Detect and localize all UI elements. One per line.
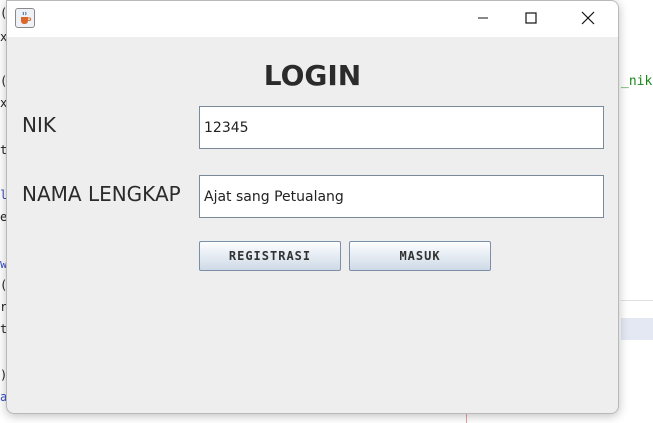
minimize-icon bbox=[478, 17, 488, 19]
background-divider bbox=[621, 300, 653, 301]
background-marker bbox=[466, 414, 467, 423]
background-highlight-band bbox=[621, 318, 653, 340]
nik-label: NIK bbox=[22, 113, 56, 137]
close-icon bbox=[581, 11, 595, 25]
minimize-button[interactable] bbox=[460, 1, 506, 35]
nik-field[interactable] bbox=[199, 106, 604, 149]
nama-lengkap-field[interactable] bbox=[199, 175, 604, 218]
masuk-button[interactable]: MASUK bbox=[349, 241, 491, 271]
background-code-fragment: _nik bbox=[621, 74, 653, 89]
title-bar[interactable] bbox=[7, 1, 618, 37]
maximize-icon bbox=[525, 12, 537, 24]
close-button[interactable] bbox=[565, 1, 611, 35]
java-cup-icon[interactable] bbox=[15, 8, 35, 28]
login-window: LOGIN NIK NAMA LENGKAP REGISTRASI MASUK bbox=[6, 0, 619, 414]
maximize-button[interactable] bbox=[508, 1, 554, 35]
nama-lengkap-label: NAMA LENGKAP bbox=[22, 182, 181, 206]
registrasi-button[interactable]: REGISTRASI bbox=[199, 241, 341, 271]
page-title: LOGIN bbox=[263, 59, 362, 92]
